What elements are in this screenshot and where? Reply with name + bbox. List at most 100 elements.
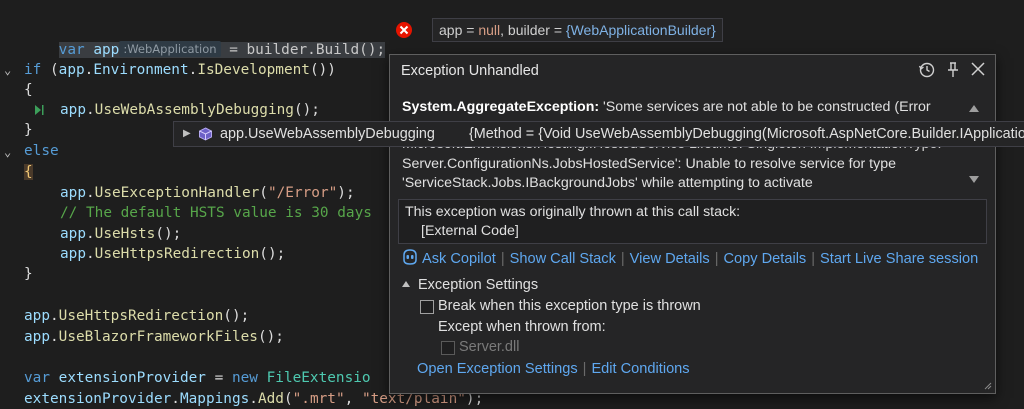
exception-settings-title: Exception Settings [418,277,539,293]
code-text: = builder.Build(); [220,42,386,58]
code-line-7: { [24,162,33,182]
variable-extensionprovider: extensionProvider [24,391,172,407]
method-usewebassemblydebugging[interactable]: UseWebAssemblyDebugging [95,102,294,118]
code-line-2[interactable]: if (app.Environment.IsDevelopment()) [24,60,336,80]
exception-actions: Ask Copilot | Show Call Stack | View Details… [401,249,978,269]
close-icon[interactable] [968,61,988,81]
property-mappings: Mappings [179,391,250,407]
code-text: = [205,370,232,386]
exception-message-line: 'Some services are not able to be constr… [599,99,931,115]
thrown-at-label: This exception was originally thrown at … [405,204,741,220]
local-builder-value: {WebApplicationBuilder} [565,22,716,38]
code-text: ( [283,391,293,407]
datatip[interactable]: ▶ app.UseWebAssemblyDebugging {Method = … [173,121,1024,147]
keyword-new: new [231,370,258,386]
code-line-4[interactable]: app.UseWebAssemblyDebugging(); [60,100,320,120]
code-text: . [249,391,258,407]
local-app-label: app = [439,22,479,38]
variable-app: app [58,62,85,78]
code-line-6: else [24,141,59,161]
copilot-icon [403,249,417,265]
exception-message-line: Server.ConfigurationNs.JobsHostedService… [402,155,896,172]
scroll-down-icon[interactable] [969,176,979,183]
variable-app: app [60,102,86,118]
code-text: ( [259,185,268,201]
show-call-stack-link[interactable]: Show Call Stack [510,251,616,267]
code-text: . [86,226,95,242]
run-to-cursor-icon[interactable] [34,104,44,116]
method-useexceptionhandler: UseExceptionHandler [94,185,260,201]
collapse-chevron-icon[interactable]: ⌄ [4,64,16,76]
code-text: . [50,329,59,345]
method-isdevelopment: IsDevelopment [197,62,310,78]
code-text: (); [293,102,320,118]
method-usehttpsredirection: UseHttpsRedirection [94,246,260,262]
except-when-thrown-label: Except when thrown from: [438,319,606,335]
exception-type: System.AggregateException: [402,99,600,115]
variable-app[interactable]: app [93,42,119,58]
code-text: ( [41,62,59,78]
exception-helper-popup[interactable]: Exception Unhandled System.AggregateExce… [389,54,996,394]
code-text: . [86,185,95,201]
collapse-chevron-icon[interactable]: ⌄ [4,146,16,158]
code-line-13[interactable]: app.UseHttpsRedirection(); [24,306,249,326]
server-dll-label: Server.dll [459,339,520,355]
inline-locals-bar[interactable]: app = null, builder = {WebApplicationBui… [432,18,723,42]
variable-app: app [60,246,86,262]
copy-details-link[interactable]: Copy Details [724,251,807,267]
datatip-value: {Method = {Void UseWebAssemblyDebugging(… [469,126,1024,142]
method-add: Add [257,391,284,407]
history-icon[interactable] [917,61,937,81]
start-live-share-link[interactable]: Start Live Share session [820,251,978,267]
resize-grip-icon[interactable] [984,382,992,390]
variable-app: app [60,185,86,201]
variable-app: app [24,308,50,324]
method-cube-icon [199,127,212,141]
separator: , [500,22,508,38]
exception-settings-header[interactable]: Exception Settings [402,277,538,293]
variable-app: app [24,329,50,345]
code-line-8[interactable]: app.UseExceptionHandler("/Error"); [60,183,355,203]
code-text: , [344,391,362,407]
break-when-thrown-checkbox[interactable] [420,300,434,314]
brace-highlighted: { [24,164,33,180]
divider: | [714,251,719,267]
collapse-triangle-icon[interactable] [402,281,410,287]
settings-actions: Open Exception Settings | Edit Conditions [417,361,690,377]
error-icon[interactable] [394,20,414,40]
code-line-10[interactable]: app.UseHsts(); [60,224,181,244]
method-usehsts: UseHsts [94,226,156,242]
divider: | [500,251,505,267]
exception-message-line: 'ServiceStack.Jobs.IBackgroundJobs' whil… [402,175,813,191]
keyword-if: if [24,62,42,78]
type-hint: :WebApplication [119,41,221,57]
ask-copilot-link[interactable]: Ask Copilot [422,251,496,267]
brace: } [24,122,33,138]
external-code-frame[interactable]: [External Code] [421,223,519,239]
pin-icon[interactable] [943,61,963,81]
code-line-5: } [24,120,33,140]
code-line-14[interactable]: app.UseBlazorFrameworkFiles(); [24,327,284,347]
string-literal: "/Error" [267,185,338,201]
variable-app: app [60,226,86,242]
code-line-1[interactable]: var app:WebApplication = builder.Build()… [24,20,386,58]
code-text: . [86,102,95,118]
string-literal: ".mrt" [292,391,345,407]
type-name: FileExtensio [257,370,371,386]
edit-conditions-link[interactable]: Edit Conditions [591,361,689,377]
divider: | [582,361,587,377]
view-details-link[interactable]: View Details [630,251,710,267]
divider: | [620,251,625,267]
server-dll-checkbox[interactable] [441,341,455,355]
code-line-3: { [24,80,33,100]
code-line-15[interactable]: var extensionProvider = new FileExtensio [24,368,371,388]
code-line-11[interactable]: app.UseHttpsRedirection(); [60,244,285,264]
expand-arrow-icon[interactable]: ▶ [183,122,191,146]
local-app-value: null [478,22,501,38]
local-builder-label: builder = [507,22,566,38]
scroll-up-icon[interactable] [969,105,979,112]
break-when-thrown-label: Break when this exception type is thrown [438,298,701,314]
exception-title: Exception Unhandled [401,63,539,79]
code-comment: // The default HSTS value is 30 days [60,205,372,221]
open-exception-settings-link[interactable]: Open Exception Settings [417,361,578,377]
